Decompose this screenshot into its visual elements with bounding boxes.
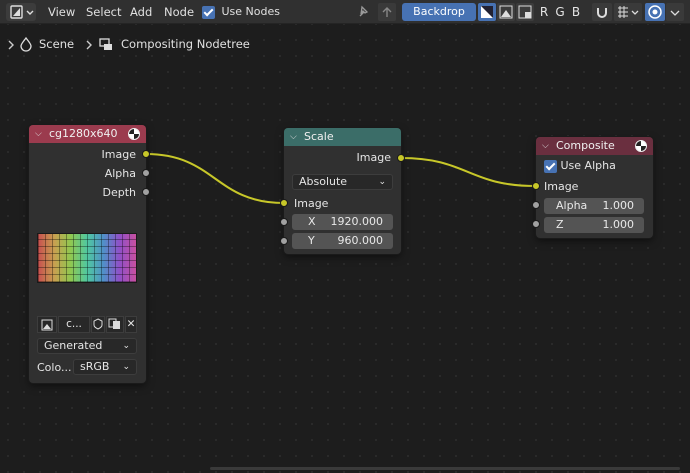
scale-input-image-label: Image xyxy=(294,197,329,210)
horizontal-scrollbar[interactable] xyxy=(210,467,680,470)
image-node-header[interactable]: ⌵ cg1280x640 xyxy=(29,125,146,143)
image-node-title: cg1280x640 xyxy=(49,127,118,140)
scale-image-output-socket[interactable] xyxy=(397,154,405,162)
collapse-chevron-icon[interactable]: ⌵ xyxy=(35,125,42,143)
colorspace-label: Colo... xyxy=(37,361,72,374)
preview-toggle-icon[interactable] xyxy=(635,140,647,152)
composite-z-label: Z xyxy=(556,218,564,231)
collapse-chevron-icon[interactable]: ⌵ xyxy=(542,137,549,155)
image-datablock-selector[interactable]: c... ✕ xyxy=(37,316,137,333)
scale-node-title: Scale xyxy=(304,130,334,143)
composite-node-header[interactable]: ⌵ Composite xyxy=(536,137,653,155)
scale-x-value: 1920.000 xyxy=(330,215,384,228)
composite-input-image-label: Image xyxy=(544,180,579,193)
image-node[interactable]: ⌵ cg1280x640 Image Alpha Depth c... ✕ Ge… xyxy=(29,125,146,383)
use-alpha-checkbox[interactable] xyxy=(544,159,557,173)
chevron-down-icon: ⌄ xyxy=(122,362,130,372)
scale-y-label: Y xyxy=(308,234,315,247)
depth-output-socket[interactable] xyxy=(142,188,150,196)
composite-node[interactable]: ⌵ Composite Use Alpha Image Alpha 1.000 … xyxy=(536,137,653,238)
chevron-down-icon: ⌄ xyxy=(378,177,386,187)
scale-node-header[interactable]: ⌵ Scale xyxy=(284,128,401,146)
collapse-chevron-icon[interactable]: ⌵ xyxy=(290,128,297,146)
scale-node[interactable]: ⌵ Scale Image Absolute ⌄ Image X 1920.00… xyxy=(284,128,401,254)
composite-alpha-input-socket[interactable] xyxy=(532,201,540,209)
fake-user-shield-icon[interactable] xyxy=(91,316,105,333)
preview-toggle-icon[interactable] xyxy=(128,128,140,140)
use-alpha-toggle[interactable]: Use Alpha xyxy=(544,159,616,173)
unlink-close-icon[interactable]: ✕ xyxy=(125,316,137,333)
image-output-socket[interactable] xyxy=(142,150,150,158)
composite-z-input-socket[interactable] xyxy=(532,220,540,228)
link-image-to-scale xyxy=(145,153,285,204)
scale-x-input-socket[interactable] xyxy=(280,218,288,226)
image-preview-thumbnail xyxy=(37,233,137,283)
image-browse-icon[interactable] xyxy=(37,316,57,333)
image-source-value: Generated xyxy=(44,339,103,352)
alpha-output-socket[interactable] xyxy=(142,169,150,177)
composite-z-value: 1.000 xyxy=(602,218,635,231)
composite-z-field[interactable]: Z 1.000 xyxy=(544,217,644,233)
link-scale-to-composite xyxy=(400,157,537,187)
use-alpha-label: Use Alpha xyxy=(560,159,616,172)
image-name-field[interactable]: c... xyxy=(58,316,90,333)
scale-output-image-label: Image xyxy=(356,151,391,164)
composite-image-input-socket[interactable] xyxy=(532,182,540,190)
output-image-label: Image xyxy=(101,148,136,161)
scale-x-field[interactable]: X 1920.000 xyxy=(292,214,393,230)
image-source-select[interactable]: Generated ⌄ xyxy=(37,338,137,354)
colorspace-value: sRGB xyxy=(80,360,110,373)
composite-alpha-field[interactable]: Alpha 1.000 xyxy=(544,198,644,214)
composite-alpha-label: Alpha xyxy=(556,199,588,212)
scale-y-input-socket[interactable] xyxy=(280,237,288,245)
output-alpha-label: Alpha xyxy=(104,167,136,180)
output-depth-label: Depth xyxy=(102,186,136,199)
composite-alpha-value: 1.000 xyxy=(602,199,635,212)
scale-x-label: X xyxy=(308,215,316,228)
scale-image-input-socket[interactable] xyxy=(280,199,288,207)
scale-mode-select[interactable]: Absolute ⌄ xyxy=(292,174,393,190)
duplicate-icon[interactable] xyxy=(106,316,124,333)
colorspace-select[interactable]: sRGB ⌄ xyxy=(73,359,137,375)
chevron-down-icon: ⌄ xyxy=(122,341,130,351)
scale-y-field[interactable]: Y 960.000 xyxy=(292,233,393,249)
scale-mode-value: Absolute xyxy=(299,175,348,188)
composite-node-title: Composite xyxy=(556,139,615,152)
scale-y-value: 960.000 xyxy=(337,234,384,247)
